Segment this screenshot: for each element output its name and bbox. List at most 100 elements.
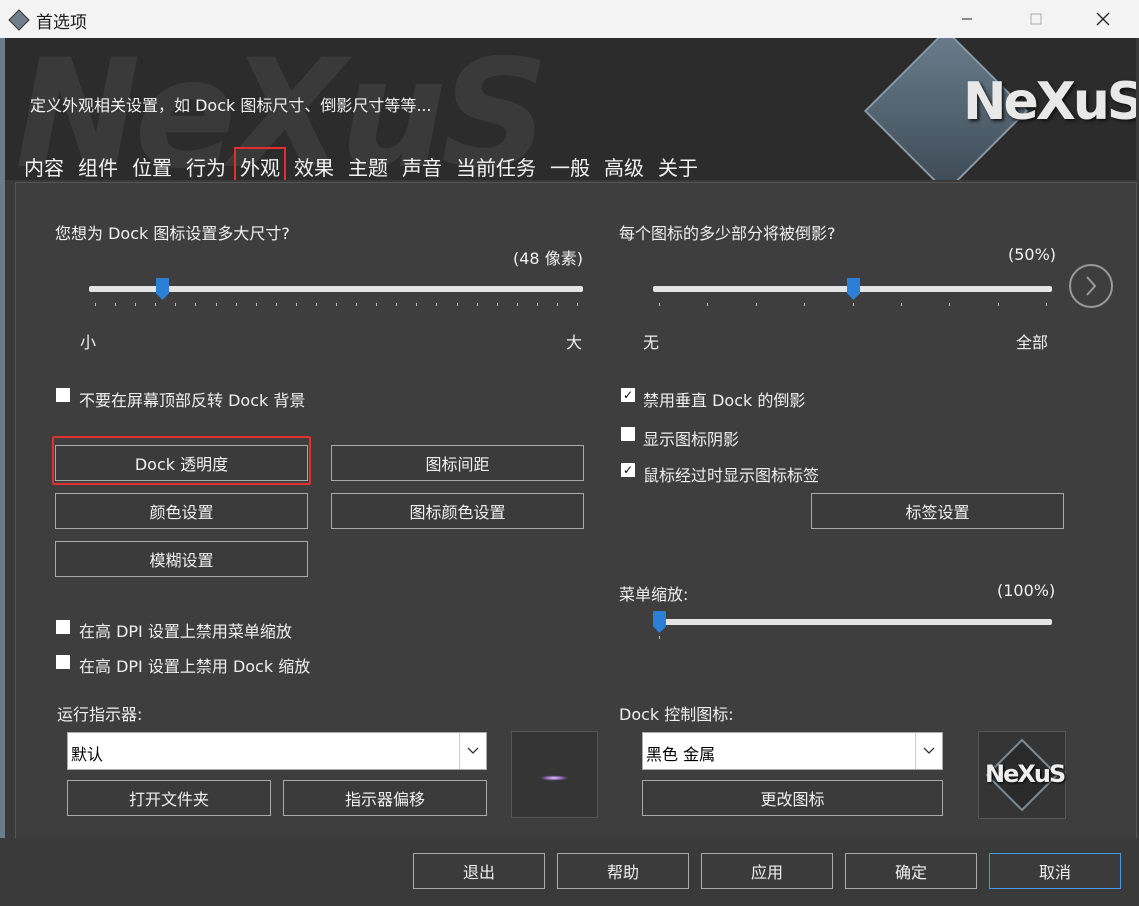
indicator-label: 运行指示器:	[57, 705, 143, 724]
indicator-glow-icon	[538, 775, 570, 781]
icon-size-value: (48 像素)	[513, 249, 583, 268]
apply-button[interactable]: 应用	[701, 853, 833, 889]
tab-advanced[interactable]: 高级	[599, 148, 649, 180]
show-icon-shadow-checkbox[interactable]	[621, 427, 635, 441]
chevron-down-icon	[915, 733, 942, 769]
slider-tick	[497, 303, 498, 306]
open-folder-button[interactable]: 打开文件夹	[67, 780, 271, 816]
dock-control-preview: NeXuS	[978, 731, 1066, 819]
dpi-menu-label: 在高 DPI 设置上禁用菜单缩放	[79, 622, 292, 641]
change-icon-button[interactable]: 更改图标	[642, 780, 943, 816]
help-button[interactable]: 帮助	[557, 853, 689, 889]
slider-tick	[316, 303, 317, 306]
slider-tick	[756, 303, 757, 306]
slider-tick	[276, 303, 277, 306]
slider-tick	[115, 303, 116, 306]
slider-tick	[416, 303, 417, 306]
tab-about[interactable]: 关于	[653, 148, 703, 180]
tab-components[interactable]: 组件	[73, 148, 123, 180]
indicator-preview	[511, 731, 598, 818]
cancel-button[interactable]: 取消	[989, 853, 1121, 889]
minimize-icon	[962, 18, 972, 20]
menu-zoom-label: 菜单缩放:	[619, 585, 689, 604]
dock-control-select-value: 黑色 金属	[646, 745, 716, 764]
slider-tick	[557, 303, 558, 306]
icon-size-min-label: 小	[80, 333, 97, 352]
tab-position[interactable]: 位置	[127, 148, 177, 180]
chevron-right-icon	[1086, 276, 1097, 296]
indicator-select[interactable]: 默认	[67, 732, 487, 770]
slider-tick	[998, 303, 999, 306]
dpi-dock-checkbox[interactable]	[56, 655, 70, 669]
tab-themes[interactable]: 主题	[343, 148, 393, 180]
dock-control-select[interactable]: 黑色 金属	[642, 732, 943, 770]
indicator-select-value: 默认	[71, 745, 104, 764]
slider-tick	[804, 303, 805, 306]
color-settings-button[interactable]: 颜色设置	[55, 493, 308, 529]
show-icon-shadow-label: 显示图标阴影	[643, 430, 740, 449]
maximize-icon	[1030, 13, 1042, 25]
slider-tick	[477, 303, 478, 306]
app-diamond-icon	[8, 9, 30, 31]
next-page-button[interactable]	[1069, 264, 1113, 308]
hover-label-label: 鼠标经过时显示图标标签	[643, 466, 820, 485]
page-description: 定义外观相关设置，如 Dock 图标尺寸、倒影尺寸等等...	[30, 96, 432, 115]
menu-zoom-slider-track[interactable]	[653, 619, 1052, 625]
tab-general[interactable]: 一般	[545, 148, 595, 180]
reflection-question: 每个图标的多少部分将被倒影?	[619, 224, 836, 243]
dpi-menu-checkbox[interactable]	[56, 620, 70, 634]
tab-effects[interactable]: 效果	[289, 148, 339, 180]
slider-tick	[356, 303, 357, 306]
nexus-logo: NeXuS	[963, 72, 1136, 132]
tab-behavior[interactable]: 行为	[181, 148, 231, 180]
label-settings-button[interactable]: 标签设置	[811, 493, 1064, 529]
header-banner: NeXuS NeXuS 定义外观相关设置，如 Dock 图标尺寸、倒影尺寸等等.…	[5, 38, 1136, 180]
title-bar: 首选项	[0, 0, 1139, 38]
slider-tick	[155, 303, 156, 306]
slider-tick	[236, 303, 237, 306]
exit-button[interactable]: 退出	[413, 853, 545, 889]
slider-tick	[577, 303, 578, 306]
close-button[interactable]	[1080, 0, 1126, 38]
slider-tick	[175, 303, 176, 306]
slider-tick	[707, 303, 708, 306]
window-title: 首选项	[36, 13, 87, 33]
no-flip-checkbox[interactable]	[56, 388, 70, 402]
minimize-button[interactable]	[944, 0, 990, 38]
slider-tick	[95, 303, 96, 306]
ok-button[interactable]: 确定	[845, 853, 977, 889]
no-flip-label: 不要在屏幕顶部反转 Dock 背景	[79, 391, 306, 410]
disable-vertical-reflection-label: 禁用垂直 Dock 的倒影	[643, 391, 806, 410]
dpi-dock-label: 在高 DPI 设置上禁用 Dock 缩放	[79, 657, 311, 676]
slider-tick	[396, 303, 397, 306]
tab-bar: 内容 组件 位置 行为 外观 效果 主题 声音 当前任务 一般 高级 关于	[19, 147, 707, 180]
slider-tick	[195, 303, 196, 306]
close-icon	[1096, 12, 1110, 26]
tab-running-tasks[interactable]: 当前任务	[451, 148, 541, 180]
slider-tick	[457, 303, 458, 306]
highlight-box	[52, 436, 311, 485]
icon-color-settings-button[interactable]: 图标颜色设置	[331, 493, 584, 529]
menu-zoom-slider-ticks	[653, 636, 1052, 640]
slider-tick	[135, 303, 136, 306]
slider-tick	[853, 303, 854, 306]
slider-tick	[296, 303, 297, 306]
slider-tick	[1046, 303, 1047, 306]
tab-content[interactable]: 内容	[19, 148, 69, 180]
chevron-down-icon	[459, 733, 486, 769]
slider-tick	[256, 303, 257, 306]
indicator-offset-button[interactable]: 指示器偏移	[283, 780, 487, 816]
dock-control-label: Dock 控制图标:	[619, 705, 734, 724]
reflection-slider-ticks	[653, 303, 1052, 307]
icon-spacing-button[interactable]: 图标间距	[331, 445, 584, 481]
maximize-button[interactable]	[1013, 0, 1059, 38]
blur-settings-button[interactable]: 模糊设置	[55, 541, 308, 577]
slider-tick	[949, 303, 950, 306]
disable-vertical-reflection-checkbox[interactable]: ✓	[621, 388, 635, 402]
slider-tick	[537, 303, 538, 306]
tab-sounds[interactable]: 声音	[397, 148, 447, 180]
tab-appearance[interactable]: 外观	[234, 147, 286, 180]
hover-label-checkbox[interactable]: ✓	[621, 463, 635, 477]
slider-tick	[436, 303, 437, 306]
icon-size-question: 您想为 Dock 图标设置多大尺寸?	[55, 224, 290, 243]
